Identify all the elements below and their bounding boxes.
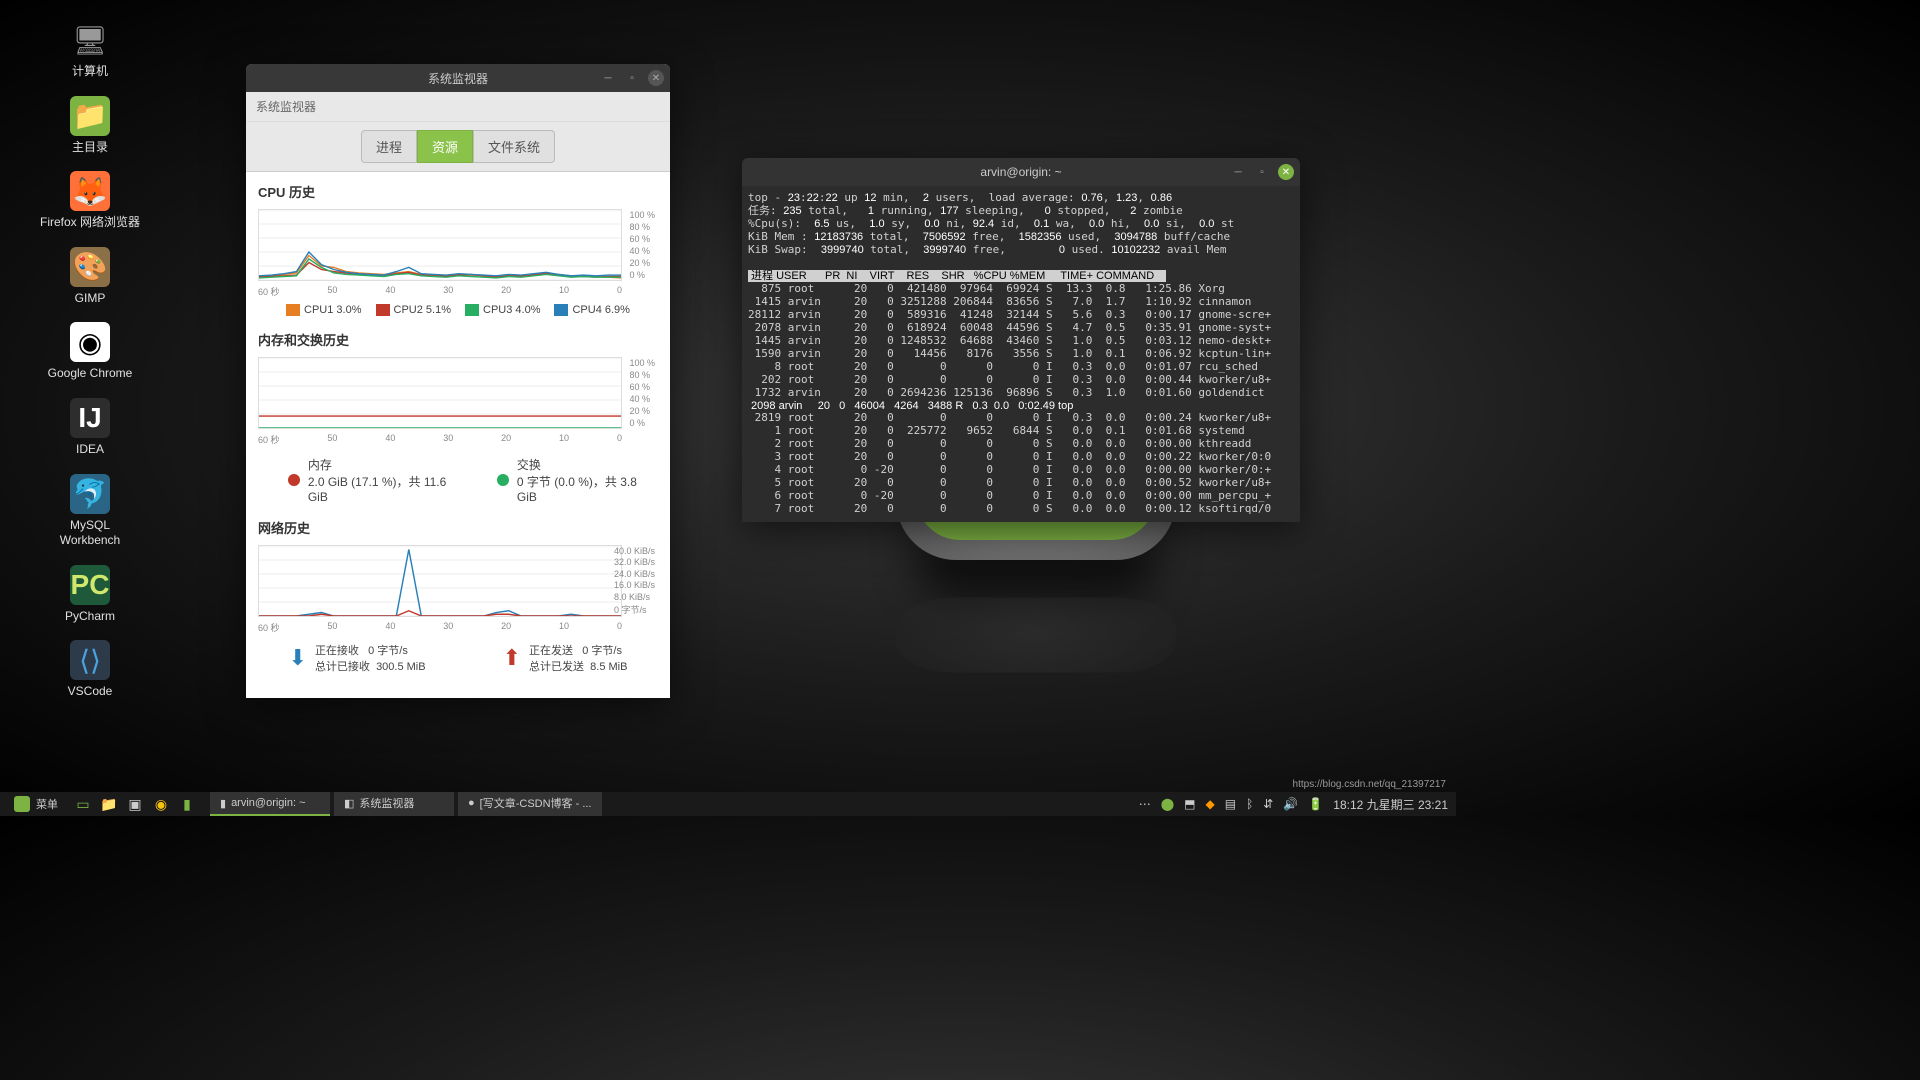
- taskbar-window-0[interactable]: ▮arvin@origin: ~: [210, 792, 330, 816]
- watermark: https://blog.csdn.net/qq_21397217: [1293, 779, 1446, 790]
- chrome-icon: ◉: [70, 322, 110, 362]
- show-desktop-icon[interactable]: ▭: [74, 795, 92, 813]
- memory-section: 内存和交换历史 100 %80 %60 %40 %20 %0 % 60 秒504…: [258, 330, 658, 504]
- tray-bluetooth-icon[interactable]: ᛒ: [1246, 797, 1253, 811]
- desktop-icon-pycharm[interactable]: PCPyCharm: [40, 565, 140, 625]
- tbwin-icon: ◧: [344, 797, 354, 810]
- sysmon-tabbar: 进程 资源 文件系统: [246, 122, 670, 172]
- send-rate: 0 字节/s: [582, 645, 622, 657]
- system-monitor-window: 系统监视器 ─ ▫ ✕ 系统监视器 进程 资源 文件系统 CPU 历史 100 …: [246, 64, 670, 698]
- vscode-icon: ⟨⟩: [70, 640, 110, 680]
- memory-label: 内存: [308, 456, 467, 473]
- term-titlebar[interactable]: arvin@origin: ~ ─ ▫ ✕: [742, 158, 1300, 186]
- memory-icon: [288, 474, 300, 486]
- close-button[interactable]: ✕: [648, 70, 664, 86]
- tab-resources[interactable]: 资源: [417, 130, 473, 163]
- mem-chart: 100 %80 %60 %40 %20 %0 %: [258, 357, 622, 429]
- taskbar-window-1[interactable]: ◧系统监视器: [334, 792, 454, 816]
- desktop-icon-home[interactable]: 📁主目录: [40, 96, 140, 156]
- swap-icon: [497, 474, 509, 486]
- tray-battery-icon[interactable]: 🔋: [1308, 797, 1323, 811]
- files2-icon[interactable]: ▮: [178, 795, 196, 813]
- tab-filesystems[interactable]: 文件系统: [473, 130, 555, 163]
- tray-volume-icon[interactable]: 🔊: [1283, 797, 1298, 811]
- desktop-icon-idea[interactable]: IJIDEA: [40, 398, 140, 458]
- sysmon-menubar[interactable]: 系统监视器: [246, 92, 670, 122]
- desktop-icons: 🖥计算机 📁主目录 🦊Firefox 网络浏览器 🎨GIMP ◉Google Chrom…: [40, 20, 140, 700]
- desktop-icon-vscode[interactable]: ⟨⟩VSCode: [40, 640, 140, 700]
- idea-icon: IJ: [70, 398, 110, 438]
- close-button[interactable]: ✕: [1278, 164, 1294, 180]
- download-icon: ⬇: [289, 645, 307, 671]
- clock[interactable]: 18:12 九星期三 23:21: [1333, 796, 1448, 813]
- tray-app1-icon[interactable]: ⬒: [1184, 797, 1195, 811]
- term-title: arvin@origin: ~: [750, 165, 1292, 179]
- wallpaper-mint-reflection: [896, 598, 1176, 673]
- tab-processes[interactable]: 进程: [361, 130, 417, 163]
- mem-heading: 内存和交换历史: [258, 330, 658, 349]
- mint-icon: [14, 796, 30, 812]
- firefox-icon: 🦊: [70, 171, 110, 211]
- desktop-icon-gimp[interactable]: 🎨GIMP: [40, 247, 140, 307]
- cpu-section: CPU 历史 100 %80 %60 %40 %20 %0 % 60 秒5040…: [258, 182, 658, 316]
- files-icon[interactable]: 📁: [100, 795, 118, 813]
- quick-launch: ▭ 📁 ▣ ◉ ▮: [74, 795, 196, 813]
- mysql-icon: 🐬: [70, 474, 110, 514]
- pycharm-icon: PC: [70, 565, 110, 605]
- net-heading: 网络历史: [258, 518, 658, 537]
- tbwin-icon: ▮: [220, 797, 226, 810]
- start-menu-button[interactable]: 菜单: [8, 796, 64, 812]
- desktop-icon-mysql[interactable]: 🐬MySQL Workbench: [40, 474, 140, 549]
- maximize-button[interactable]: ▫: [1254, 164, 1270, 180]
- minimize-button[interactable]: ─: [1230, 164, 1246, 180]
- net-chart: 40.0 KiB/s32.0 KiB/s24.0 KiB/s16.0 KiB/s…: [258, 545, 622, 617]
- taskbar-window-2[interactable]: ●[写文章-CSDN博客 - ...: [458, 792, 602, 816]
- cpu-heading: CPU 历史: [258, 182, 658, 201]
- recv-label: 正在接收: [315, 645, 359, 657]
- tray-clip-icon[interactable]: ▤: [1225, 797, 1236, 811]
- swap-label: 交换: [517, 456, 658, 473]
- system-tray: ⋯ ⬤ ⬒ ◆ ▤ ᛒ ⇵ 🔊 🔋 18:12 九星期三 23:21: [1139, 796, 1448, 813]
- minimize-button[interactable]: ─: [600, 70, 616, 86]
- taskbar: 菜单 ▭ 📁 ▣ ◉ ▮ ▮arvin@origin: ~◧系统监视器●[写文章…: [0, 792, 1456, 816]
- network-section: 网络历史 40.0 KiB/s32.0 KiB/s24.0 KiB/s16.0 …: [258, 518, 658, 674]
- recv-rate: 0 字节/s: [368, 645, 408, 657]
- desktop-icon-computer[interactable]: 🖥计算机: [40, 20, 140, 80]
- send-label: 正在发送: [529, 645, 573, 657]
- tray-update-icon[interactable]: ◆: [1206, 797, 1215, 811]
- send-total: 8.5 MiB: [590, 661, 627, 673]
- taskbar-windows: ▮arvin@origin: ~◧系统监视器●[写文章-CSDN博客 - ...: [210, 792, 602, 816]
- desktop-icon-chrome[interactable]: ◉Google Chrome: [40, 322, 140, 382]
- maximize-button[interactable]: ▫: [624, 70, 640, 86]
- chrome-icon[interactable]: ◉: [152, 795, 170, 813]
- recv-total: 300.5 MiB: [376, 661, 426, 673]
- memory-value: 2.0 GiB (17.1 %)，共 11.6 GiB: [308, 473, 467, 504]
- tray-more-icon[interactable]: ⋯: [1139, 797, 1151, 811]
- tbwin-icon: ●: [468, 797, 475, 809]
- terminal-window: arvin@origin: ~ ─ ▫ ✕ top - 23:22:22 up …: [742, 158, 1300, 522]
- tray-network-icon[interactable]: ⇵: [1263, 797, 1273, 811]
- upload-icon: ⬆: [503, 645, 521, 671]
- swap-value: 0 字节 (0.0 %)，共 3.8 GiB: [517, 473, 658, 504]
- desktop-icon-firefox[interactable]: 🦊Firefox 网络浏览器: [40, 171, 140, 231]
- gimp-icon: 🎨: [70, 247, 110, 287]
- tray-shield-icon[interactable]: ⬤: [1161, 797, 1174, 811]
- terminal-body[interactable]: top - 23:22:22 up 12 min, 2 users, load …: [742, 186, 1300, 522]
- cpu-chart: 100 %80 %60 %40 %20 %0 %: [258, 209, 622, 281]
- home-icon: 📁: [70, 96, 110, 136]
- sysmon-titlebar[interactable]: 系统监视器 ─ ▫ ✕: [246, 64, 670, 92]
- terminal-icon[interactable]: ▣: [126, 795, 144, 813]
- sysmon-content: CPU 历史 100 %80 %60 %40 %20 %0 % 60 秒5040…: [246, 172, 670, 698]
- cpu-legend: CPU1 3.0%CPU2 5.1%CPU3 4.0%CPU4 6.9%: [258, 304, 658, 316]
- computer-icon: 🖥: [70, 20, 110, 60]
